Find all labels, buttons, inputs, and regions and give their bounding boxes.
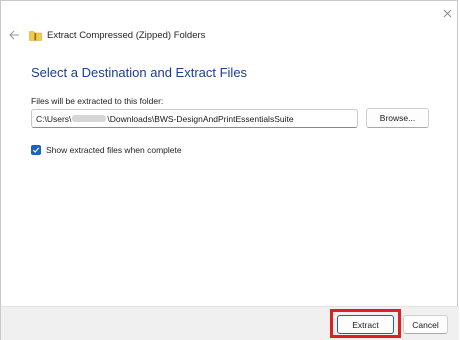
- page-heading: Select a Destination and Extract Files: [31, 65, 248, 80]
- dialog-title: Extract Compressed (Zipped) Folders: [29, 28, 205, 42]
- back-arrow-icon: [8, 30, 19, 40]
- redacted-username: [72, 115, 107, 122]
- close-button[interactable]: [439, 5, 455, 21]
- back-button[interactable]: [7, 28, 21, 42]
- destination-path-input[interactable]: C:\Users\ \Downloads\BWS-DesignAndPrintE…: [31, 109, 358, 128]
- extract-dialog: Extract Compressed (Zipped) Folders Sele…: [0, 0, 459, 340]
- path-suffix: \Downloads\BWS-DesignAndPrintEssentialsS…: [107, 113, 294, 124]
- show-extracted-files-label: Show extracted files when complete: [46, 145, 182, 155]
- browse-button[interactable]: Browse...: [366, 108, 429, 128]
- show-extracted-files-option[interactable]: Show extracted files when complete: [31, 145, 182, 155]
- show-extracted-files-checkbox[interactable]: [31, 145, 41, 155]
- extract-button[interactable]: Extract: [337, 315, 394, 334]
- cancel-button[interactable]: Cancel: [403, 315, 448, 334]
- checkmark-icon: [32, 147, 40, 153]
- close-icon: [443, 9, 451, 17]
- zip-folder-icon: [29, 30, 42, 41]
- path-prefix: C:\Users\: [36, 113, 72, 124]
- destination-label: Files will be extracted to this folder:: [31, 96, 164, 106]
- dialog-title-text: Extract Compressed (Zipped) Folders: [47, 29, 206, 41]
